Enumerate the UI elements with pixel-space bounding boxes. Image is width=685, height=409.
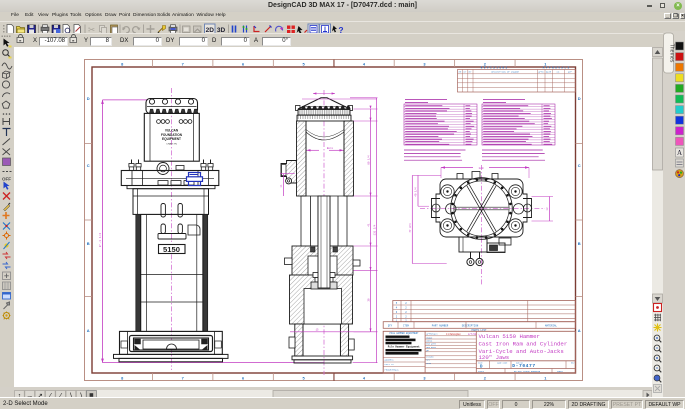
svg-text:5150: 5150 [163,245,180,254]
svg-text:A: A [87,328,90,333]
svg-text:PILE HAMMER EQUIPMENT: PILE HAMMER EQUIPMENT [390,332,420,335]
svg-text:30: 30 [367,298,370,302]
svg-text:D: D [578,96,581,101]
svg-text:C.Christopher: C.Christopher [446,333,461,336]
svg-text:CHATT.TN: CHATT.TN [166,143,177,146]
svg-text:120: 120 [478,167,483,170]
svg-text:DATE: DATE [546,71,552,74]
svg-text:PHONE/EMAIL: PHONE/EMAIL [385,369,400,372]
svg-text:APPD: APPD [538,71,544,74]
svg-text:7: 7 [182,375,184,380]
svg-text:SHEET: SHEET [557,370,564,373]
svg-text:80 1/4: 80 1/4 [366,155,370,165]
svg-text:40 1/4: 40 1/4 [414,187,418,197]
svg-text:BY: BY [469,71,472,74]
svg-text:7: 7 [182,61,184,66]
svg-text:ITEM: ITEM [403,324,409,327]
svg-text:Pile Hammer Equipment: Pile Hammer Equipment [388,345,421,349]
svg-text:APP: APP [568,71,573,74]
svg-text:77 3/4: 77 3/4 [408,223,412,233]
svg-text:A P P R O V A L S: A P P R O V A L S [543,66,570,69]
svg-text:DT: DT [464,71,467,74]
svg-text:A: A [578,328,581,333]
svg-text:5: 5 [302,61,305,66]
svg-text:3: 3 [423,61,426,66]
svg-text:EQUIPMENT: EQUIPMENT [162,137,181,141]
svg-text:8'-1 1/4: 8'-1 1/4 [98,233,102,248]
svg-text:4: 4 [363,61,366,66]
svg-text:R E V I S I O N S: R E V I S I O N S [481,66,508,69]
svg-text:CK: CK [557,71,560,74]
svg-text:B: B [578,241,581,246]
svg-text:A: A [677,149,682,157]
svg-text:D-70477: D-70477 [512,363,536,369]
svg-text:11: 11 [280,184,283,187]
svg-text:CITY ST: CITY ST [385,363,395,366]
svg-text:41: 41 [367,223,370,227]
svg-text:8: 8 [121,375,124,380]
svg-text:3: 3 [423,375,426,380]
svg-text:Bore: Bore [327,147,334,150]
svg-text:ADDRESS: ADDRESS [385,359,395,362]
svg-text:OFF: OFF [2,177,11,182]
svg-text:Vulcan 5150 Hammer: Vulcan 5150 Hammer [479,333,540,340]
svg-text:MATERIAL: MATERIAL [545,324,558,327]
svg-text:DO NOT SCALE DRAWING: DO NOT SCALE DRAWING [514,370,541,373]
svg-text:13: 13 [546,207,549,210]
svg-text:PART NUMBER: PART NUMBER [432,324,449,327]
svg-text:8: 8 [121,61,124,66]
svg-text:RE: RE [459,71,462,74]
svg-text:SIZE: SIZE [478,361,483,364]
svg-text:Cast Iron Ram and Cylinder: Cast Iron Ram and Cylinder [479,341,568,348]
svg-text:8/7/08: 8/7/08 [468,333,477,336]
svg-text:APPROVALS: APPROVALS [426,333,438,336]
svg-text:QTY: QTY [388,324,393,327]
svg-text:4: 4 [363,375,366,380]
svg-text:B: B [87,241,90,246]
svg-text:131 3/4: 131 3/4 [372,224,376,235]
svg-text:6: 6 [242,375,245,380]
svg-text:120" Jaws: 120" Jaws [479,354,510,361]
svg-text:DATE: DATE [426,362,432,365]
svg-text:SCALE: SCALE [478,370,485,373]
svg-text:D: D [87,96,90,101]
svg-text:CAGE CODE: CAGE CODE [497,361,508,364]
svg-text:REV: REV [571,361,575,364]
svg-text:C: C [578,163,581,168]
svg-text:6: 6 [242,61,245,66]
svg-text:DESCRIPTION: DESCRIPTION [462,324,479,327]
svg-text:C: C [87,163,90,168]
svg-text:Themes: Themes [669,44,675,63]
svg-text:2: 2 [484,375,487,380]
svg-text:DESCRIPTION OF CHANGE: DESCRIPTION OF CHANGE [491,71,519,74]
svg-text:5: 5 [302,375,305,380]
svg-text:15: 15 [316,329,319,332]
svg-text:1: 1 [544,375,547,380]
